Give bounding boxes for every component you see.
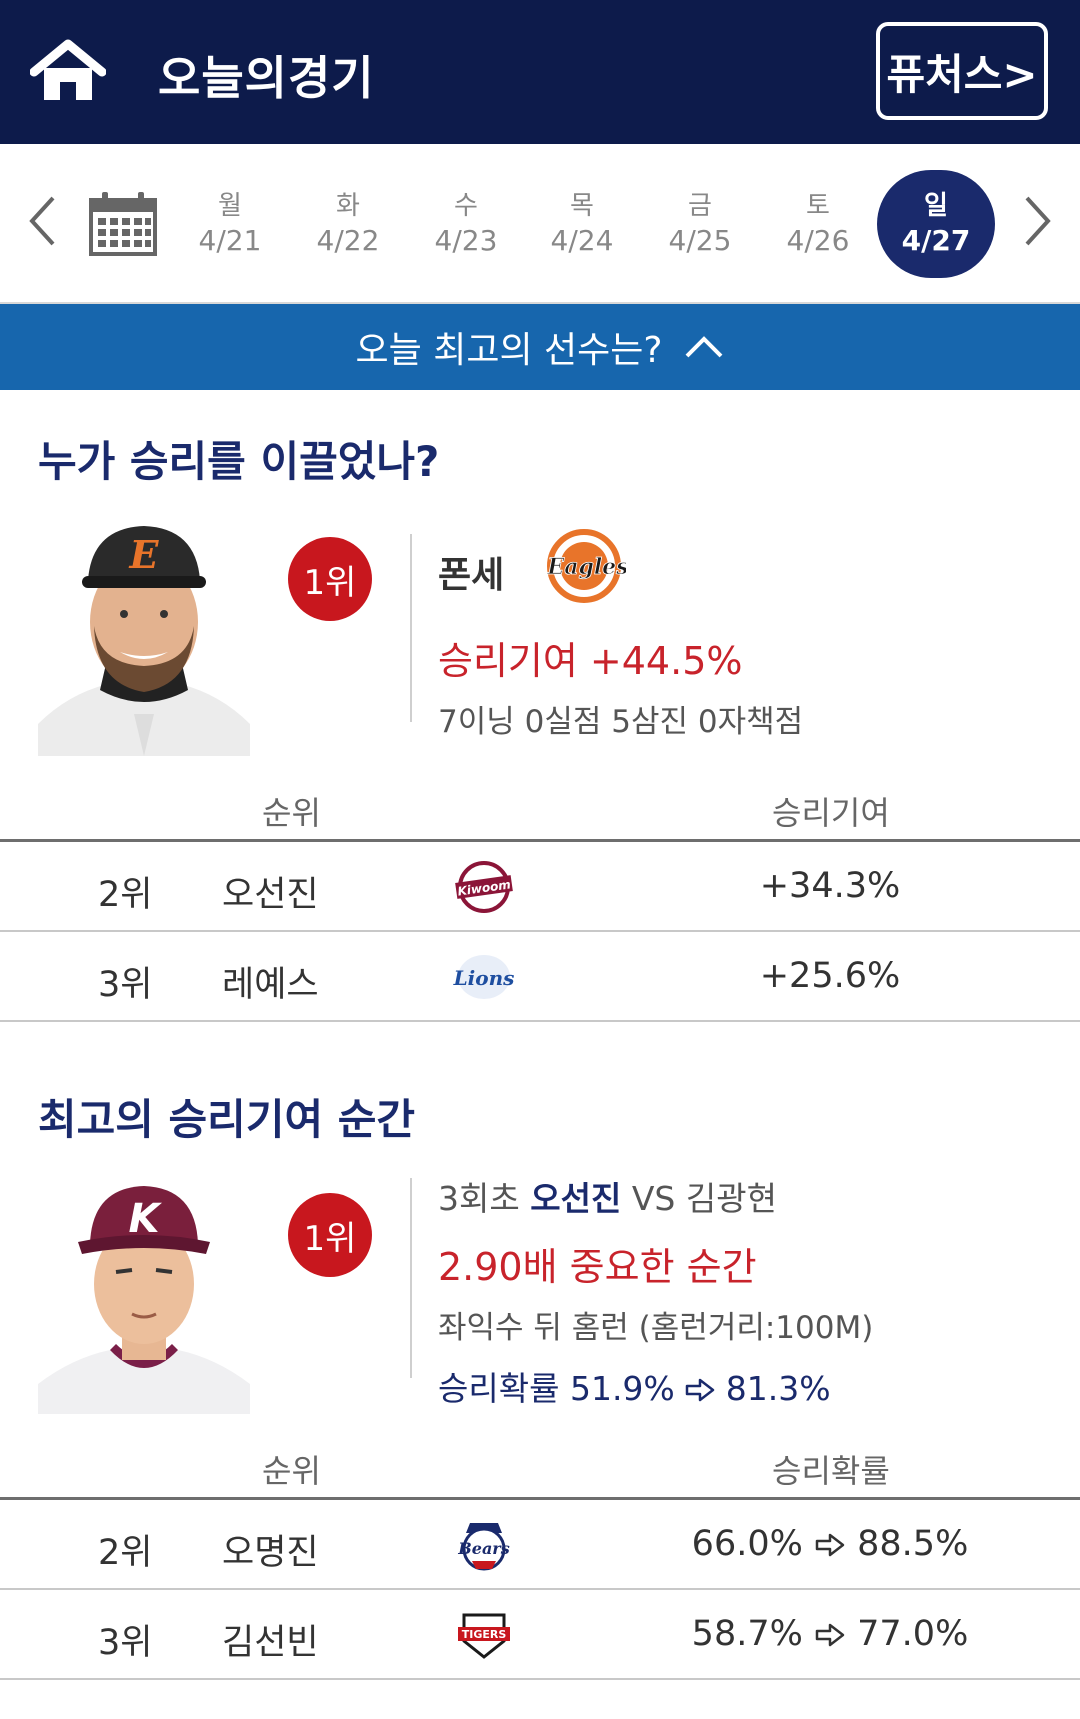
batter-name: 오선진 bbox=[530, 1179, 622, 1218]
row-rank: 2위 bbox=[98, 875, 153, 915]
rank-badge: 1위 bbox=[288, 1193, 372, 1277]
col-rank-header: 순위 bbox=[262, 794, 321, 832]
row-player-name: 레예스 bbox=[222, 965, 319, 1005]
date-date-label: 4/24 bbox=[550, 224, 614, 257]
row-rank: 3위 bbox=[98, 965, 153, 1005]
section-title-win-leader: 누가 승리를 이끌었나? bbox=[38, 437, 440, 486]
date-date-label: 4/21 bbox=[198, 224, 262, 257]
col-value-header: 승리기여 bbox=[772, 794, 890, 832]
player-name: 폰세 bbox=[438, 555, 505, 596]
chevron-left-icon[interactable] bbox=[22, 186, 62, 256]
rank-badge: 1위 bbox=[288, 537, 372, 621]
date-tab-mon[interactable]: 월 4/21 bbox=[180, 189, 280, 259]
win-prob-to: 81.3% bbox=[725, 1369, 831, 1408]
arrow-right-icon bbox=[814, 1524, 846, 1564]
date-tab-thu[interactable]: 목 4/24 bbox=[532, 189, 632, 259]
win-contribution: 승리기여 +44.5% bbox=[438, 639, 743, 683]
date-date-label: 4/26 bbox=[786, 224, 850, 257]
date-day-label: 토 bbox=[806, 191, 830, 221]
date-day-label: 수 bbox=[454, 191, 478, 221]
row-player-name: 김선빈 bbox=[222, 1623, 319, 1663]
table-row[interactable]: 3위 김선빈 TIGERS 58.7% 77.0% bbox=[0, 1590, 1080, 1680]
svg-text:Eagles: Eagles bbox=[546, 554, 626, 580]
arrow-right-icon bbox=[814, 1614, 846, 1654]
win-prob-label: 승리확률 bbox=[438, 1369, 560, 1408]
date-day-label: 목 bbox=[570, 191, 594, 221]
home-icon[interactable] bbox=[29, 38, 107, 104]
win-prob-from: 66.0% bbox=[691, 1524, 803, 1564]
table-row[interactable]: 2위 오명진 Bears 66.0% 88.5% bbox=[0, 1500, 1080, 1590]
row-player-name: 오선진 bbox=[222, 875, 319, 915]
table-row[interactable]: 3위 레예스 Lions +25.6% bbox=[0, 932, 1080, 1022]
vs-label: VS bbox=[631, 1179, 676, 1218]
date-tab-wed[interactable]: 수 4/23 bbox=[416, 189, 516, 259]
col-value-header: 승리확률 bbox=[772, 1452, 890, 1490]
player-stats: 7이닝 0실점 5삼진 0자책점 bbox=[438, 704, 804, 740]
svg-text:Bears: Bears bbox=[457, 1539, 510, 1558]
svg-text:Lions: Lions bbox=[453, 966, 515, 990]
win-prob-from: 51.9% bbox=[569, 1369, 675, 1408]
matchup-line: 3회초 오선진 VS 김광현 bbox=[438, 1172, 777, 1220]
table-header: 순위 승리확률 bbox=[0, 1434, 1080, 1500]
win-prob-to: 88.5% bbox=[857, 1524, 969, 1564]
banner-label: 오늘 최고의 선수는? bbox=[355, 330, 663, 371]
date-day-label: 일 bbox=[924, 191, 948, 221]
lions-logo: Lions bbox=[452, 949, 516, 1005]
row-rank: 3위 bbox=[98, 1623, 153, 1663]
calendar-icon[interactable] bbox=[88, 190, 158, 256]
player-photo: E bbox=[38, 514, 250, 756]
svg-text:E: E bbox=[129, 532, 160, 577]
date-date-label: 4/27 bbox=[901, 224, 971, 257]
inning: 3회초 bbox=[438, 1179, 520, 1218]
divider bbox=[410, 1178, 412, 1378]
bears-logo: Bears bbox=[452, 1517, 516, 1573]
date-tab-sat[interactable]: 토 4/26 bbox=[768, 189, 868, 259]
date-date-label: 4/23 bbox=[434, 224, 498, 257]
best-player-toggle[interactable]: 오늘 최고의 선수는? bbox=[0, 304, 1080, 390]
chevron-right-icon[interactable] bbox=[1018, 186, 1058, 256]
date-day-label: 금 bbox=[688, 191, 712, 221]
row-value: 66.0% 88.5% bbox=[640, 1524, 1020, 1564]
win-prob-to: 77.0% bbox=[857, 1614, 969, 1654]
date-tab-tue[interactable]: 화 4/22 bbox=[298, 189, 398, 259]
svg-text:TIGERS: TIGERS bbox=[462, 1628, 507, 1641]
section-title-best-moment: 최고의 승리기여 순간 bbox=[38, 1095, 416, 1144]
win-probability-line: 승리확률 51.9% 81.3% bbox=[438, 1362, 831, 1410]
svg-text:K: K bbox=[129, 1196, 163, 1242]
date-date-label: 4/22 bbox=[316, 224, 380, 257]
page-title: 오늘의경기 bbox=[158, 51, 375, 105]
player-photo: K bbox=[38, 1172, 250, 1414]
date-date-label: 4/25 bbox=[668, 224, 732, 257]
date-selector: 월 4/21 화 4/22 수 4/23 목 4/24 금 4/25 토 4/2… bbox=[0, 144, 1080, 304]
win-prob-from: 58.7% bbox=[691, 1614, 803, 1654]
play-description: 좌익수 뒤 홈런 (홈런거리:100M) bbox=[438, 1310, 874, 1346]
row-value: 58.7% 77.0% bbox=[640, 1614, 1020, 1654]
row-value: +25.6% bbox=[759, 956, 901, 996]
table-row[interactable]: 2위 오선진 Kiwoom +34.3% bbox=[0, 842, 1080, 932]
futures-button[interactable]: 퓨처스> bbox=[876, 22, 1048, 120]
table-header: 순위 승리기여 bbox=[0, 776, 1080, 842]
row-rank: 2위 bbox=[98, 1533, 153, 1573]
date-tab-fri[interactable]: 금 4/25 bbox=[650, 189, 750, 259]
pitcher-name: 김광현 bbox=[685, 1179, 777, 1218]
tigers-logo: TIGERS bbox=[452, 1607, 516, 1663]
row-player-name: 오명진 bbox=[222, 1533, 319, 1573]
col-rank-header: 순위 bbox=[262, 1452, 321, 1490]
importance: 2.90배 중요한 순간 bbox=[438, 1245, 757, 1289]
arrow-right-icon bbox=[685, 1369, 726, 1408]
date-tab-sun-selected[interactable]: 일 4/27 bbox=[877, 170, 995, 278]
eagles-logo: Eagles bbox=[546, 528, 629, 604]
date-day-label: 화 bbox=[336, 191, 360, 221]
chevron-up-icon bbox=[684, 327, 724, 368]
divider bbox=[410, 534, 412, 722]
top-header: 오늘의경기 퓨처스> bbox=[0, 0, 1080, 144]
row-value: +34.3% bbox=[759, 866, 901, 906]
kiwoom-logo: Kiwoom bbox=[452, 859, 516, 915]
date-day-label: 월 bbox=[218, 191, 242, 221]
